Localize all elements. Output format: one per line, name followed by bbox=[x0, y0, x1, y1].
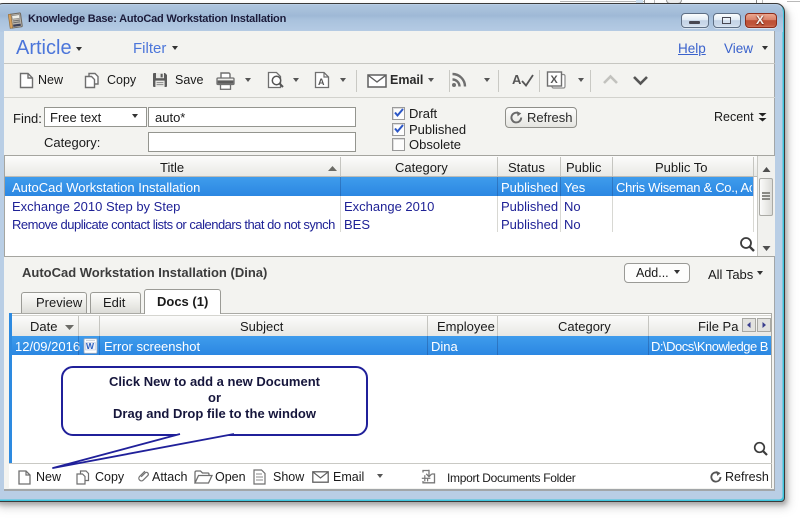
svg-text:X: X bbox=[550, 74, 558, 86]
svg-text:A: A bbox=[512, 72, 522, 87]
svg-text:A: A bbox=[318, 77, 325, 87]
svg-text:W: W bbox=[86, 341, 95, 351]
